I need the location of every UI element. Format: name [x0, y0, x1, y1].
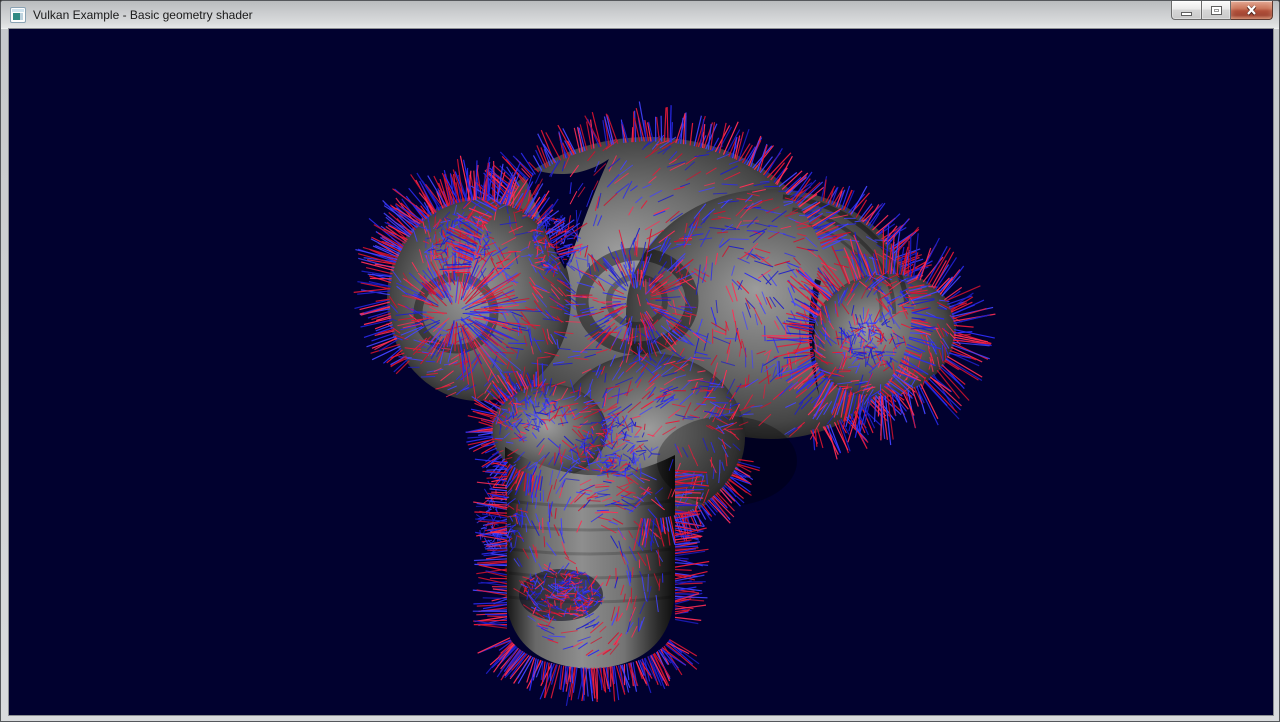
maximize-button[interactable]: [1201, 1, 1231, 20]
title-bar[interactable]: Vulkan Example - Basic geometry shader: [1, 1, 1279, 29]
minimize-button[interactable]: [1171, 1, 1201, 20]
app-icon-detail: [20, 13, 23, 20]
close-button[interactable]: [1231, 1, 1273, 20]
geometry-shader-render: [9, 29, 1273, 715]
vulkan-app-icon: [10, 7, 26, 23]
minimize-icon: [1181, 12, 1192, 16]
close-icon: [1245, 5, 1258, 16]
app-icon-detail: [13, 13, 20, 20]
vulkan-viewport[interactable]: [9, 29, 1273, 715]
window-title: Vulkan Example - Basic geometry shader: [33, 1, 253, 29]
app-window: Vulkan Example - Basic geometry shader: [0, 0, 1280, 722]
caption-button-group: [1171, 1, 1273, 20]
maximize-icon: [1211, 6, 1222, 15]
app-icon-detail: [12, 9, 24, 12]
